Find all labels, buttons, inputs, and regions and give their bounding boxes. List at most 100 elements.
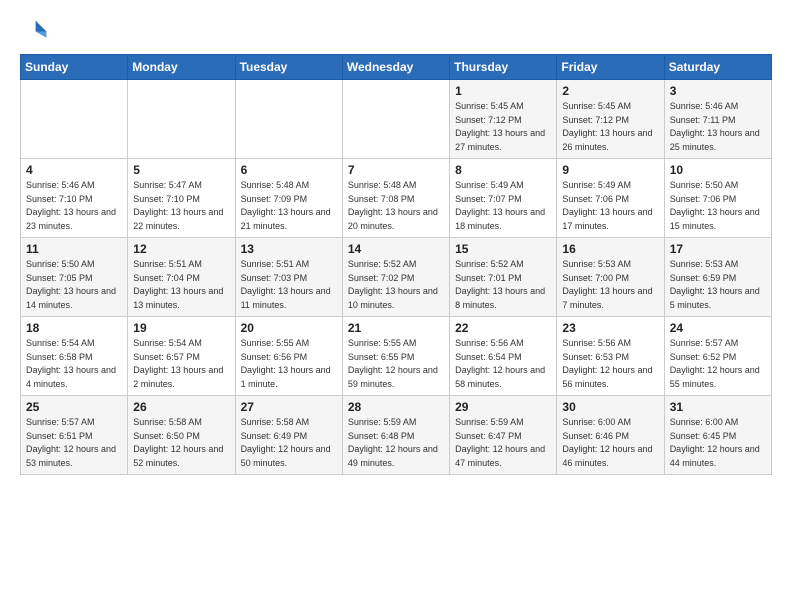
calendar-cell: 28 Sunrise: 5:59 AM Sunset: 6:48 PM Dayli… (342, 396, 449, 475)
calendar-table: SundayMondayTuesdayWednesdayThursdayFrid… (20, 54, 772, 475)
week-row-3: 11 Sunrise: 5:50 AM Sunset: 7:05 PM Dayli… (21, 238, 772, 317)
day-info: Sunrise: 5:59 AM Sunset: 6:48 PM Dayligh… (348, 416, 445, 470)
day-number: 10 (670, 163, 767, 177)
day-number: 4 (26, 163, 123, 177)
calendar-cell: 18Sunrise: 5:54 AM Sunset: 6:58 PM Dayli… (21, 317, 128, 396)
calendar-cell (128, 80, 235, 159)
calendar-cell: 7 Sunrise: 5:48 AM Sunset: 7:08 PM Daylig… (342, 159, 449, 238)
day-number: 15 (455, 242, 552, 256)
calendar-cell: 4 Sunrise: 5:46 AM Sunset: 7:10 PM Daylig… (21, 159, 128, 238)
day-info: Sunrise: 5:56 AM Sunset: 6:54 PM Dayligh… (455, 337, 552, 391)
day-number: 16 (562, 242, 659, 256)
day-info: Sunrise: 5:50 AM Sunset: 7:05 PM Dayligh… (26, 258, 123, 312)
calendar-cell (21, 80, 128, 159)
calendar-cell: 17 Sunrise: 5:53 AM Sunset: 6:59 PM Dayli… (664, 238, 771, 317)
day-number: 31 (670, 400, 767, 414)
day-number: 18 (26, 321, 123, 335)
day-info: Sunrise: 6:00 AM Sunset: 6:46 PM Dayligh… (562, 416, 659, 470)
calendar-cell: 15 Sunrise: 5:52 AM Sunset: 7:01 PM Dayli… (450, 238, 557, 317)
day-number: 13 (241, 242, 338, 256)
calendar-cell: 22 Sunrise: 5:56 AM Sunset: 6:54 PM Dayli… (450, 317, 557, 396)
day-info: Sunrise: 5:46 AM Sunset: 7:10 PM Dayligh… (26, 179, 123, 233)
day-number: 14 (348, 242, 445, 256)
day-number: 21 (348, 321, 445, 335)
calendar-cell: 8 Sunrise: 5:49 AM Sunset: 7:07 PM Daylig… (450, 159, 557, 238)
day-info: Sunrise: 5:56 AM Sunset: 6:53 PM Dayligh… (562, 337, 659, 391)
calendar-cell: 11 Sunrise: 5:50 AM Sunset: 7:05 PM Dayli… (21, 238, 128, 317)
calendar-cell: 27 Sunrise: 5:58 AM Sunset: 6:49 PM Dayli… (235, 396, 342, 475)
day-info: Sunrise: 5:58 AM Sunset: 6:50 PM Dayligh… (133, 416, 230, 470)
header-saturday: Saturday (664, 55, 771, 80)
calendar-cell: 25Sunrise: 5:57 AM Sunset: 6:51 PM Dayli… (21, 396, 128, 475)
day-number: 2 (562, 84, 659, 98)
day-number: 19 (133, 321, 230, 335)
calendar-cell: 26 Sunrise: 5:58 AM Sunset: 6:50 PM Dayli… (128, 396, 235, 475)
day-number: 8 (455, 163, 552, 177)
calendar-header-row: SundayMondayTuesdayWednesdayThursdayFrid… (21, 55, 772, 80)
day-info: Sunrise: 5:57 AM Sunset: 6:52 PM Dayligh… (670, 337, 767, 391)
calendar-cell: 21 Sunrise: 5:55 AM Sunset: 6:55 PM Dayli… (342, 317, 449, 396)
day-number: 26 (133, 400, 230, 414)
day-number: 11 (26, 242, 123, 256)
day-number: 5 (133, 163, 230, 177)
day-info: Sunrise: 5:45 AM Sunset: 7:12 PM Dayligh… (562, 100, 659, 154)
day-number: 12 (133, 242, 230, 256)
day-info: Sunrise: 5:55 AM Sunset: 6:56 PM Dayligh… (241, 337, 338, 391)
day-info: Sunrise: 5:53 AM Sunset: 7:00 PM Dayligh… (562, 258, 659, 312)
day-info: Sunrise: 5:51 AM Sunset: 7:03 PM Dayligh… (241, 258, 338, 312)
calendar-cell (342, 80, 449, 159)
week-row-1: 1 Sunrise: 5:45 AM Sunset: 7:12 PM Daylig… (21, 80, 772, 159)
day-number: 29 (455, 400, 552, 414)
day-info: Sunrise: 5:53 AM Sunset: 6:59 PM Dayligh… (670, 258, 767, 312)
calendar-cell (235, 80, 342, 159)
day-number: 27 (241, 400, 338, 414)
header-sunday: Sunday (21, 55, 128, 80)
day-number: 23 (562, 321, 659, 335)
day-info: Sunrise: 5:45 AM Sunset: 7:12 PM Dayligh… (455, 100, 552, 154)
calendar-cell: 29Sunrise: 5:59 AM Sunset: 6:47 PM Dayli… (450, 396, 557, 475)
day-info: Sunrise: 5:58 AM Sunset: 6:49 PM Dayligh… (241, 416, 338, 470)
logo (20, 16, 52, 44)
header-friday: Friday (557, 55, 664, 80)
day-info: Sunrise: 5:54 AM Sunset: 6:57 PM Dayligh… (133, 337, 230, 391)
day-info: Sunrise: 5:49 AM Sunset: 7:06 PM Dayligh… (562, 179, 659, 233)
day-info: Sunrise: 5:49 AM Sunset: 7:07 PM Dayligh… (455, 179, 552, 233)
calendar-cell: 16 Sunrise: 5:53 AM Sunset: 7:00 PM Dayli… (557, 238, 664, 317)
header-monday: Monday (128, 55, 235, 80)
day-info: Sunrise: 5:55 AM Sunset: 6:55 PM Dayligh… (348, 337, 445, 391)
day-number: 28 (348, 400, 445, 414)
logo-icon (20, 16, 48, 44)
calendar-cell: 30Sunrise: 6:00 AM Sunset: 6:46 PM Dayli… (557, 396, 664, 475)
calendar-cell: 9Sunrise: 5:49 AM Sunset: 7:06 PM Daylig… (557, 159, 664, 238)
day-number: 17 (670, 242, 767, 256)
calendar-cell: 31Sunrise: 6:00 AM Sunset: 6:45 PM Dayli… (664, 396, 771, 475)
calendar-cell: 5 Sunrise: 5:47 AM Sunset: 7:10 PM Daylig… (128, 159, 235, 238)
calendar-cell: 1 Sunrise: 5:45 AM Sunset: 7:12 PM Daylig… (450, 80, 557, 159)
day-info: Sunrise: 5:47 AM Sunset: 7:10 PM Dayligh… (133, 179, 230, 233)
day-number: 20 (241, 321, 338, 335)
day-number: 6 (241, 163, 338, 177)
calendar-cell: 3 Sunrise: 5:46 AM Sunset: 7:11 PM Daylig… (664, 80, 771, 159)
calendar-cell: 24 Sunrise: 5:57 AM Sunset: 6:52 PM Dayli… (664, 317, 771, 396)
calendar-cell: 2 Sunrise: 5:45 AM Sunset: 7:12 PM Daylig… (557, 80, 664, 159)
day-info: Sunrise: 5:48 AM Sunset: 7:08 PM Dayligh… (348, 179, 445, 233)
header-tuesday: Tuesday (235, 55, 342, 80)
calendar-cell: 6Sunrise: 5:48 AM Sunset: 7:09 PM Daylig… (235, 159, 342, 238)
week-row-2: 4 Sunrise: 5:46 AM Sunset: 7:10 PM Daylig… (21, 159, 772, 238)
calendar-cell: 23 Sunrise: 5:56 AM Sunset: 6:53 PM Dayli… (557, 317, 664, 396)
day-number: 1 (455, 84, 552, 98)
calendar-cell: 19 Sunrise: 5:54 AM Sunset: 6:57 PM Dayli… (128, 317, 235, 396)
day-info: Sunrise: 5:46 AM Sunset: 7:11 PM Dayligh… (670, 100, 767, 154)
day-info: Sunrise: 5:52 AM Sunset: 7:01 PM Dayligh… (455, 258, 552, 312)
day-number: 3 (670, 84, 767, 98)
day-info: Sunrise: 5:57 AM Sunset: 6:51 PM Dayligh… (26, 416, 123, 470)
header-thursday: Thursday (450, 55, 557, 80)
week-row-4: 18Sunrise: 5:54 AM Sunset: 6:58 PM Dayli… (21, 317, 772, 396)
day-info: Sunrise: 5:51 AM Sunset: 7:04 PM Dayligh… (133, 258, 230, 312)
header-wednesday: Wednesday (342, 55, 449, 80)
day-number: 22 (455, 321, 552, 335)
day-number: 24 (670, 321, 767, 335)
day-number: 7 (348, 163, 445, 177)
calendar-cell: 14 Sunrise: 5:52 AM Sunset: 7:02 PM Dayli… (342, 238, 449, 317)
day-info: Sunrise: 5:52 AM Sunset: 7:02 PM Dayligh… (348, 258, 445, 312)
